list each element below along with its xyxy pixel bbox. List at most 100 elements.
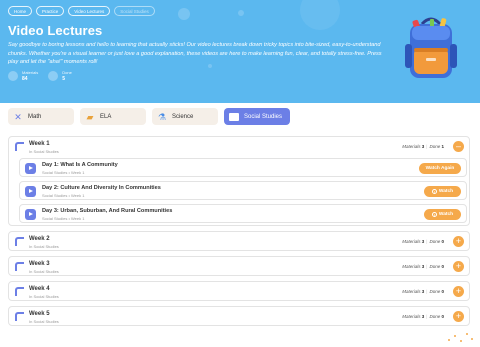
week-subtitle: In Social Studies [29,294,59,299]
page-title: Video Lectures [8,23,103,38]
materials-label: Materials [402,264,421,269]
tab-label: Social Studies [244,113,283,120]
backpack-illustration [405,17,457,78]
lesson-subtitle: Social Studies • Week 1 [42,193,85,198]
decor-bubble [238,10,244,16]
play-icon [25,209,36,220]
stat-done: Done 5 [48,70,72,82]
expand-button[interactable]: + [453,236,464,247]
tab-social-studies[interactable]: Social Studies [224,108,290,125]
materials-count: 3 [421,289,425,294]
tab-math[interactable]: ✕ Math [8,108,74,125]
collapse-button[interactable]: – [453,141,464,152]
week-title: Week 3 [29,261,50,267]
lesson-subtitle: Social Studies • Week 1 [42,216,85,221]
week-icon [15,142,24,151]
breadcrumb-current: Social Studies [114,6,155,16]
materials-label: Materials [402,314,421,319]
week-icon [15,312,24,321]
play-circle-icon [431,189,437,194]
lesson-title: Day 3: Urban, Suburban, And Rural Commun… [42,208,173,214]
science-icon: ⚗ [157,111,167,122]
done-count: 0 [441,314,444,319]
week-icon [15,287,24,296]
done-count: 0 [441,289,444,294]
decor-bubble [178,8,190,20]
materials-count: 3 [421,239,425,244]
stat-label: Materials [22,70,39,75]
stat-value: 5 [62,76,66,82]
done-label: Done [429,239,441,244]
lessons-list: Day 1: What Is A Community Social Studie… [19,158,467,227]
lesson-item[interactable]: Day 3: Urban, Suburban, And Rural Commun… [19,204,467,223]
tab-label: ELA [100,113,112,120]
week-subtitle: In Social Studies [29,149,59,154]
lesson-title: Day 2: Culture And Diversity In Communit… [42,185,161,191]
week-subtitle: In Social Studies [29,269,59,274]
hero-banner: Home Practice Video Lectures Social Stud… [0,0,480,103]
stat-materials: Materials 84 [8,70,38,82]
week-subtitle: In Social Studies [29,319,59,324]
lesson-item[interactable]: Day 2: Culture And Diversity In Communit… [19,181,467,200]
breadcrumb-video-lectures[interactable]: Video Lectures [68,6,111,16]
week-title: Week 2 [29,236,50,242]
done-count: 0 [441,239,444,244]
expand-button[interactable]: + [453,286,464,297]
week-title: Week 4 [29,286,50,292]
stat-label: Done [62,70,72,75]
lesson-subtitle: Social Studies • Week 1 [42,170,85,175]
week-icon [15,237,24,246]
watch-button[interactable]: Watch [424,186,461,197]
week-item-2[interactable]: Week 2 In Social Studies Materials 3 | Don… [8,231,470,251]
done-count: 0 [441,264,444,269]
week-meta: Materials 3 | Done 0 [402,314,444,319]
week-subtitle: In Social Studies [29,244,59,249]
expand-button[interactable]: + [453,261,464,272]
materials-label: Materials [402,144,421,149]
button-label: Watch Again [425,166,455,171]
week-title: Week 5 [29,311,50,317]
tab-label: Math [28,113,42,120]
week-meta: Materials 3 | Done 0 [402,239,444,244]
materials-count: 3 [421,264,425,269]
social-studies-icon [229,112,239,121]
weeks-list: Week 1 In Social Studies Materials 3 | Don… [8,136,470,331]
week-item-4[interactable]: Week 4 In Social Studies Materials 3 | Don… [8,281,470,301]
watch-again-button[interactable]: Watch Again [419,163,461,174]
materials-count: 3 [421,314,425,319]
page-description: Say goodbye to boring lessons and hello … [8,42,382,66]
stat-value: 84 [22,76,28,82]
tab-label: Science [172,113,194,120]
materials-label: Materials [402,239,421,244]
subject-tabs: ✕ Math ▰ ELA ⚗ Science Social Studies [8,108,290,125]
play-icon [25,163,36,174]
check-icon [48,71,59,81]
expand-button[interactable]: + [453,311,464,322]
done-label: Done [429,144,441,149]
week-item-3[interactable]: Week 3 In Social Studies Materials 3 | Don… [8,256,470,276]
done-label: Done [429,314,441,319]
decor-bubble [300,0,340,30]
math-icon: ✕ [14,111,22,122]
done-count: 1 [441,144,444,149]
week-meta: Materials 3 | Done 0 [402,264,444,269]
week-meta: Materials 3 | Done 1 [402,144,444,149]
lesson-item[interactable]: Day 1: What Is A Community Social Studie… [19,158,467,177]
lesson-title: Day 1: What Is A Community [42,162,118,168]
play-icon [25,186,36,197]
tab-science[interactable]: ⚗ Science [152,108,218,125]
breadcrumb-practice[interactable]: Practice [36,6,65,16]
week-title: Week 1 [29,141,50,147]
breadcrumb-home[interactable]: Home [8,6,33,16]
tab-ela[interactable]: ▰ ELA [80,108,146,125]
done-label: Done [429,289,441,294]
button-label: Watch [438,189,454,194]
week-item-5[interactable]: Week 5 In Social Studies Materials 3 | Don… [8,306,470,326]
week-icon [15,262,24,271]
week-item-1[interactable]: Week 1 In Social Studies Materials 3 | Don… [8,136,470,226]
watch-button[interactable]: Watch [424,209,461,220]
decor-dots [446,331,476,345]
materials-count: 3 [421,144,425,149]
breadcrumb: Home Practice Video Lectures Social Stud… [8,6,155,16]
ela-icon: ▰ [86,111,94,122]
